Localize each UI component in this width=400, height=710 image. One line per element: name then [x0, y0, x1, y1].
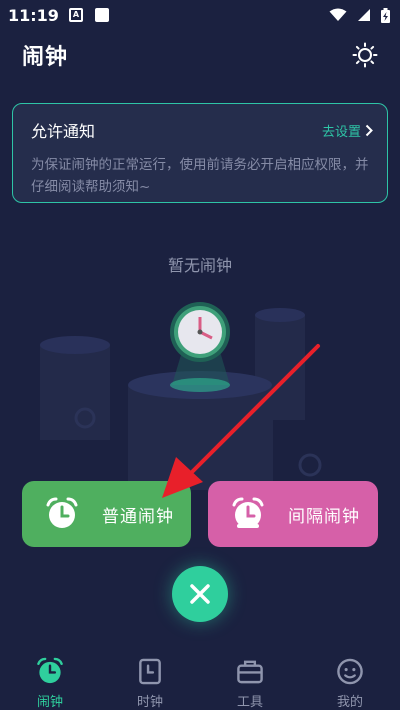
notification-permission-card: 允许通知 去设置 为保证闹钟的正常运行，使用前请务必开启相应权限，并仔细阅读帮助… — [12, 103, 388, 203]
notification-a-icon: A — [68, 8, 83, 22]
wifi-icon — [329, 8, 347, 21]
nav-item-clock[interactable]: 时钟 — [100, 652, 200, 710]
nav-item-tools[interactable]: 工具 — [200, 652, 300, 710]
nav-item-profile[interactable]: 我的 — [300, 652, 400, 710]
alarm-icon — [37, 657, 63, 684]
nav-label-clock: 时钟 — [136, 695, 163, 710]
nav-label-alarm: 闹钟 — [36, 695, 63, 710]
close-icon — [190, 584, 210, 604]
sun-settings-icon[interactable] — [352, 42, 378, 68]
chevron-right-icon — [365, 124, 373, 136]
go-to-settings-label: 去设置 — [321, 124, 361, 140]
add-normal-alarm-button[interactable]: 普通闹钟 — [22, 481, 191, 547]
alarm-clock-icon — [46, 497, 78, 528]
page-title: 闹钟 — [22, 45, 69, 70]
empty-alarm-illustration — [40, 302, 322, 490]
nav-label-tools: 工具 — [236, 695, 263, 710]
nav-label-profile: 我的 — [336, 695, 363, 710]
add-interval-alarm-button[interactable]: 间隔闹钟 — [208, 481, 378, 547]
profile-icon — [337, 658, 363, 685]
notice-body: 为保证闹钟的正常运行，使用前请务必开启相应权限，并仔细阅读帮助须知~ — [31, 157, 369, 195]
bottom-navigation: 闹钟 时钟 工具 我的 — [0, 652, 400, 710]
clock-icon — [139, 658, 161, 685]
status-time: 11:19 — [8, 5, 59, 25]
interval-alarm-icon — [232, 497, 264, 528]
go-to-settings-link[interactable]: 去设置 — [322, 121, 373, 140]
close-menu-button[interactable] — [172, 566, 228, 622]
app-header: 闹钟 — [0, 30, 400, 80]
notice-header: 允许通知 去设置 — [31, 118, 373, 142]
signal-icon — [358, 9, 370, 21]
normal-alarm-label: 普通闹钟 — [102, 506, 174, 527]
battery-icon — [381, 7, 390, 23]
interval-alarm-label: 间隔闹钟 — [288, 506, 360, 527]
status-bar: 11:19 A — [0, 0, 400, 30]
notice-title: 允许通知 — [31, 122, 96, 141]
nav-item-alarm[interactable]: 闹钟 — [0, 652, 100, 710]
empty-state-text: 暂无闹钟 — [167, 256, 232, 275]
toolbox-icon — [237, 660, 263, 684]
notification-square-icon — [94, 8, 109, 22]
